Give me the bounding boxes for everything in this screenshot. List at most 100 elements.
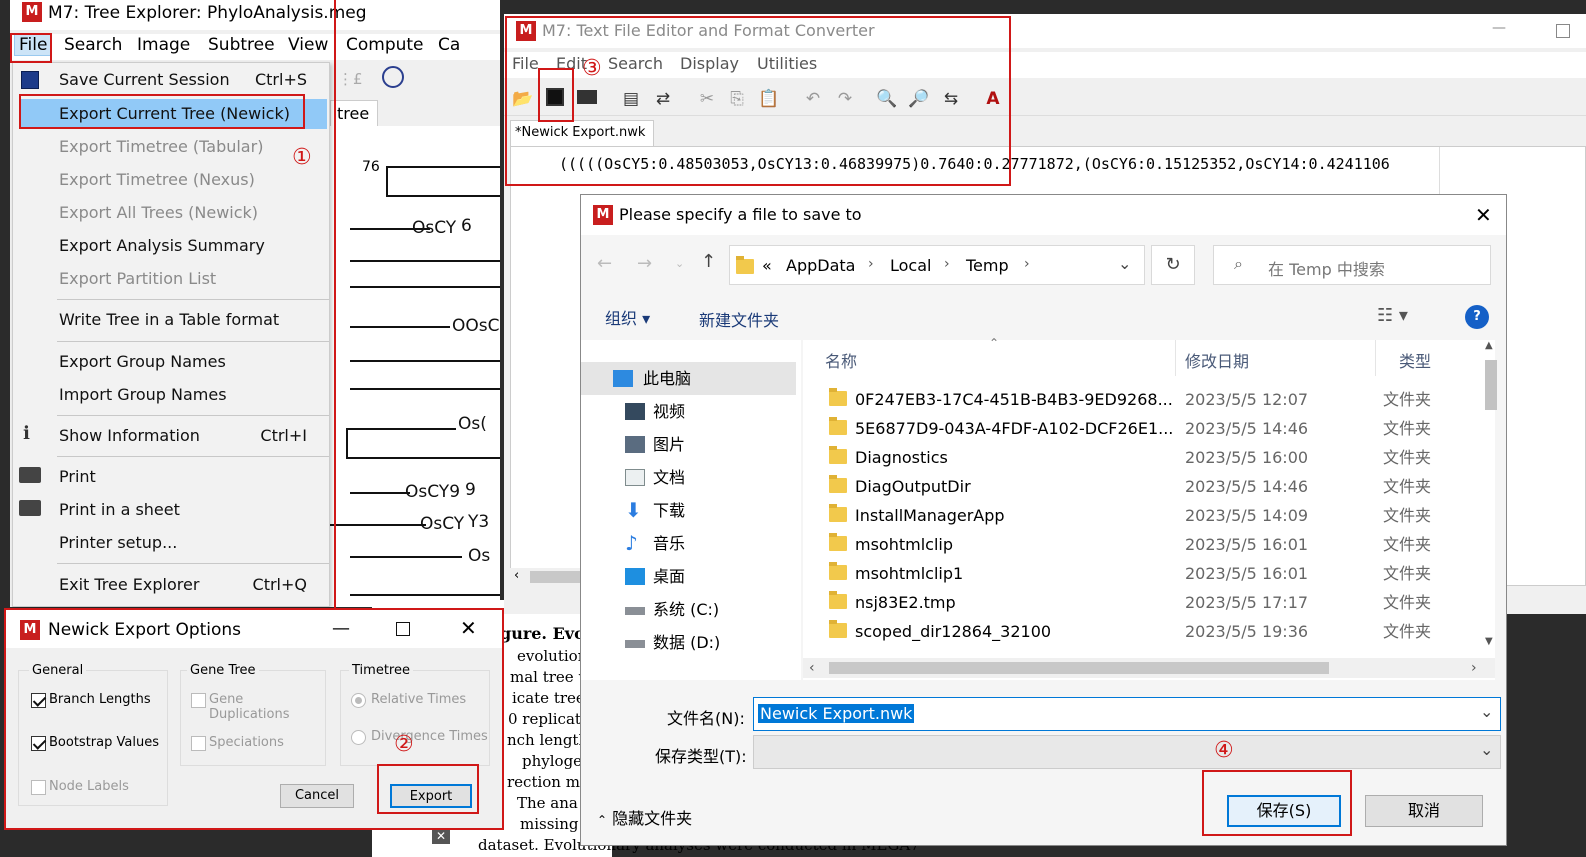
- printer-icon[interactable]: [576, 88, 598, 110]
- filename-input[interactable]: Newick Export.nwk ⌄: [753, 697, 1501, 731]
- chevron-down-icon[interactable]: ⌄: [675, 257, 684, 270]
- save-icon[interactable]: [544, 88, 566, 110]
- menu-subtree[interactable]: Subtree: [208, 35, 275, 55]
- find-next-icon[interactable]: 🔎: [908, 88, 930, 110]
- menu-item-show-information[interactable]: Show Information Ctrl+I: [13, 421, 331, 451]
- divergence-times-radio[interactable]: [351, 730, 366, 745]
- maximize-icon[interactable]: [396, 622, 410, 636]
- file-row[interactable]: msohtmlclip1 2023/5/5 16:01 文件夹: [823, 559, 1495, 588]
- menu-item-import-group-names[interactable]: Import Group Names: [13, 380, 331, 410]
- breadcrumb-overflow[interactable]: «: [762, 256, 772, 275]
- gene-duplications-checkbox[interactable]: [191, 693, 206, 708]
- chevron-down-icon[interactable]: ⌄: [1480, 702, 1493, 721]
- file-row[interactable]: 0F247EB3-17C4-451B-B4B3-9ED9268... 2023/5…: [823, 385, 1495, 414]
- close-icon[interactable]: ✕: [1475, 203, 1492, 227]
- menu-view[interactable]: View: [288, 35, 328, 55]
- speciations-checkbox[interactable]: [191, 736, 206, 751]
- minimize-icon[interactable]: —: [1492, 20, 1506, 36]
- horizontal-scrollbar[interactable]: ‹ ›: [803, 658, 1495, 678]
- nav-videos[interactable]: 视频: [581, 395, 796, 428]
- menu-item-write-tree-table[interactable]: Write Tree in a Table format: [13, 305, 331, 335]
- bootstrap-values-checkbox[interactable]: [31, 736, 46, 751]
- cancel-button[interactable]: Cancel: [280, 784, 354, 808]
- maximize-icon[interactable]: [1556, 24, 1570, 38]
- filetype-select[interactable]: ⌄: [753, 735, 1501, 769]
- breadcrumb[interactable]: « AppData › Local › Temp › ⌄: [729, 245, 1145, 285]
- menu-compute[interactable]: Compute: [346, 35, 424, 55]
- menu-item-print-sheet[interactable]: Print in a sheet: [13, 495, 331, 525]
- help-icon[interactable]: ?: [1465, 305, 1489, 329]
- redo-icon[interactable]: ↷: [834, 88, 856, 110]
- menu-utilities[interactable]: Utilities: [757, 54, 817, 73]
- menu-item-save-session[interactable]: Save Current Session Ctrl+S: [13, 65, 331, 95]
- menu-item-printer-setup[interactable]: Printer setup...: [13, 528, 331, 558]
- format-icon[interactable]: ▤: [620, 88, 642, 110]
- toolbar-icon[interactable]: ⋮£: [338, 70, 363, 88]
- file-row[interactable]: Diagnostics 2023/5/5 16:00 文件夹: [823, 443, 1495, 472]
- menu-item-exit[interactable]: Exit Tree Explorer Ctrl+Q: [13, 570, 331, 600]
- up-arrow-icon[interactable]: ↑: [701, 251, 716, 272]
- horizontal-scrollbar[interactable]: ‹: [510, 568, 590, 586]
- menu-display[interactable]: Display: [680, 54, 739, 73]
- new-folder-button[interactable]: 新建文件夹: [699, 307, 779, 331]
- nav-this-pc[interactable]: 此电脑: [581, 362, 796, 395]
- open-folder-icon[interactable]: 📂: [512, 88, 534, 110]
- file-row[interactable]: InstallManagerApp 2023/5/5 14:09 文件夹: [823, 501, 1495, 530]
- menu-item-export-timetree-nexus[interactable]: Export Timetree (Nexus): [13, 165, 331, 195]
- view-options-icon[interactable]: ☷ ▾: [1377, 305, 1408, 326]
- nav-pictures[interactable]: 图片: [581, 428, 796, 461]
- organize-button[interactable]: 组织 ▾: [605, 305, 650, 329]
- breadcrumb-item[interactable]: AppData: [786, 256, 855, 275]
- column-name[interactable]: 名称: [825, 348, 857, 372]
- convert-icon[interactable]: ⇄: [652, 88, 674, 110]
- paste-icon[interactable]: 📋: [758, 88, 780, 110]
- file-row[interactable]: msohtmlclip 2023/5/5 16:01 文件夹: [823, 530, 1495, 559]
- menu-search[interactable]: Search: [608, 54, 663, 73]
- menu-item-export-newick[interactable]: Export Current Tree (Newick): [21, 99, 327, 129]
- menu-item-export-group-names[interactable]: Export Group Names: [13, 347, 331, 377]
- forward-arrow-icon[interactable]: →: [637, 253, 652, 274]
- menu-item-export-partition-list[interactable]: Export Partition List: [13, 264, 331, 294]
- menu-caption[interactable]: Ca: [438, 35, 460, 55]
- nav-desktop[interactable]: 桌面: [581, 560, 796, 593]
- node-labels-checkbox[interactable]: [31, 780, 46, 795]
- chevron-down-icon[interactable]: ⌄: [1480, 740, 1493, 759]
- menu-item-print[interactable]: Print: [13, 462, 331, 492]
- nav-drive-d[interactable]: 数据 (D:): [581, 626, 796, 659]
- nav-documents[interactable]: 文档: [581, 461, 796, 494]
- replace-icon[interactable]: ⇆: [940, 88, 962, 110]
- nav-downloads[interactable]: ⬇ 下载: [581, 494, 796, 527]
- menu-item-export-timetree-tabular[interactable]: Export Timetree (Tabular): [13, 132, 331, 162]
- tree-tab[interactable]: tree: [330, 100, 378, 126]
- minimize-icon[interactable]: —: [332, 618, 350, 639]
- column-date[interactable]: 修改日期: [1185, 348, 1249, 372]
- branch-lengths-checkbox[interactable]: [31, 693, 46, 708]
- undo-icon[interactable]: ↶: [802, 88, 824, 110]
- back-arrow-icon[interactable]: ←: [597, 253, 612, 274]
- menu-file[interactable]: File: [14, 34, 53, 56]
- menu-search[interactable]: Search: [64, 35, 122, 55]
- save-button[interactable]: 保存(S): [1227, 795, 1341, 827]
- export-button[interactable]: Export: [390, 784, 472, 808]
- copy-icon[interactable]: ⎘: [726, 88, 748, 110]
- menu-item-export-all-trees[interactable]: Export All Trees (Newick): [13, 198, 331, 228]
- relative-times-radio[interactable]: [351, 693, 366, 708]
- menu-item-export-analysis-summary[interactable]: Export Analysis Summary: [13, 231, 331, 261]
- clock-icon[interactable]: [382, 66, 404, 88]
- file-row[interactable]: DiagOutputDir 2023/5/5 14:46 文件夹: [823, 472, 1495, 501]
- nav-drive-c[interactable]: 系统 (C:): [581, 593, 796, 626]
- breadcrumb-item[interactable]: Local: [890, 256, 931, 275]
- file-row[interactable]: 5E6877D9-043A-4FDF-A102-DCF26E1... 2023/5…: [823, 414, 1495, 443]
- close-icon[interactable]: ✕: [432, 828, 450, 844]
- hide-folders-toggle[interactable]: ⌃ 隐藏文件夹: [597, 805, 692, 829]
- file-tab[interactable]: *Newick Export.nwk: [510, 120, 654, 146]
- breadcrumb-item[interactable]: Temp: [966, 256, 1009, 275]
- menu-file[interactable]: File: [512, 54, 539, 73]
- vertical-scrollbar[interactable]: ▲ ▼: [1485, 340, 1497, 650]
- close-icon[interactable]: ✕: [460, 616, 477, 640]
- column-type[interactable]: 类型: [1399, 348, 1431, 372]
- search-box[interactable]: ⌕ 在 Temp 中搜索: [1213, 245, 1491, 285]
- chevron-down-icon[interactable]: ⌄: [1118, 254, 1131, 273]
- refresh-button[interactable]: ↻: [1151, 245, 1195, 285]
- nav-music[interactable]: ♪ 音乐: [581, 527, 796, 560]
